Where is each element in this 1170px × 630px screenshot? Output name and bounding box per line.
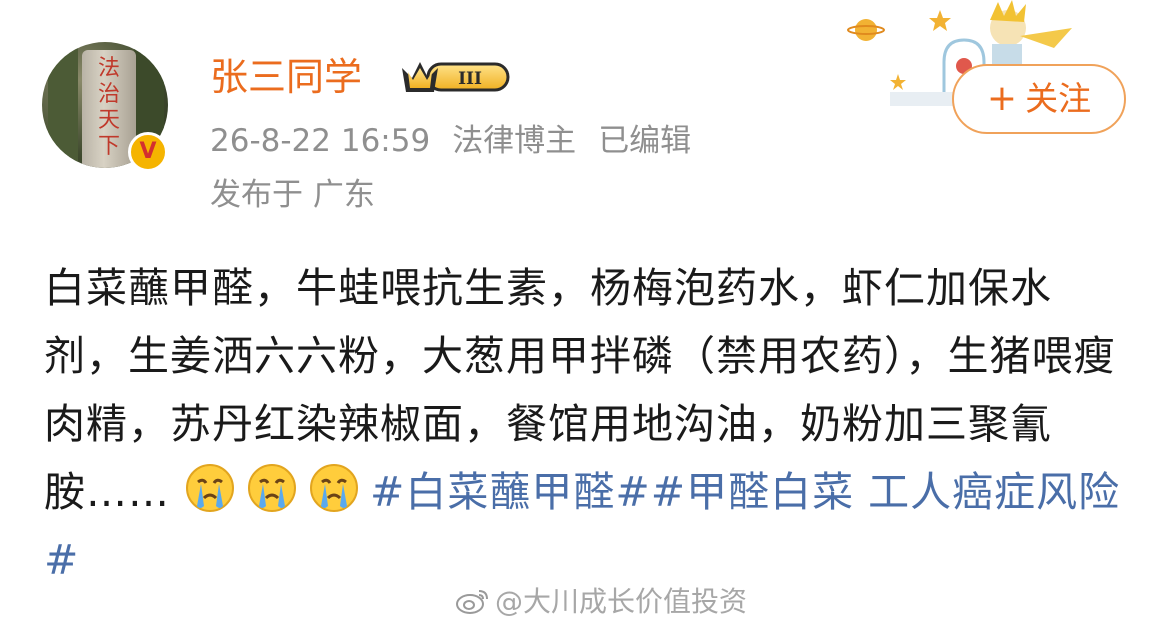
vip-level-label: III bbox=[458, 69, 482, 89]
verified-v-badge-icon: V bbox=[128, 132, 168, 172]
post-location: 发布于 广东 bbox=[210, 177, 375, 213]
watermark-text: @大川成长价值投资 bbox=[495, 585, 748, 618]
follow-button[interactable]: + 关注 bbox=[952, 64, 1126, 134]
vip-crown-badge-icon[interactable]: III bbox=[400, 58, 512, 96]
crying-face-icon bbox=[248, 464, 297, 512]
avatar-calligraphy: 法治天下 bbox=[97, 56, 120, 159]
post-meta: 26-8-22 16:59 法律博主 已编辑 bbox=[210, 120, 713, 162]
crying-face-icon bbox=[310, 464, 359, 512]
post-content: 白菜蘸甲醛，牛蛙喂抗生素，杨梅泡药水，虾仁加保水剂，生姜洒六六粉，大葱用甲拌磷（… bbox=[44, 254, 1124, 594]
plus-icon: + bbox=[986, 78, 1018, 119]
hashtag-link[interactable]: #白菜蘸甲醛# bbox=[370, 468, 651, 516]
crying-face-icon bbox=[186, 464, 235, 512]
weibo-logo-icon bbox=[456, 590, 488, 614]
follow-label: 关注 bbox=[1025, 79, 1092, 118]
author-role: 法律博主 bbox=[452, 123, 577, 159]
avatar-tree bbox=[48, 42, 78, 168]
username[interactable]: 张三同学 bbox=[210, 50, 362, 104]
post-date: 26-8-22 16:59 bbox=[210, 123, 431, 159]
edited-flag: 已编辑 bbox=[598, 123, 692, 159]
watermark: @大川成长价值投资 bbox=[455, 584, 747, 620]
